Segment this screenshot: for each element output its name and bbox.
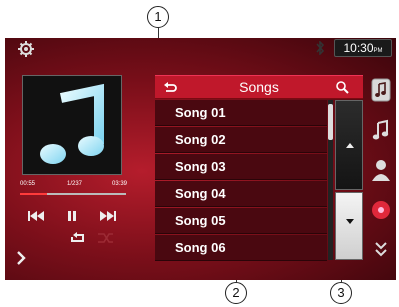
progress-fill	[20, 193, 47, 195]
callout-1: 1	[147, 6, 169, 28]
callout-3: 3	[330, 282, 352, 304]
more-icon[interactable]	[370, 237, 392, 263]
scroll-up-button[interactable]	[335, 100, 363, 190]
list-item[interactable]: Song 03	[155, 154, 327, 180]
track-time-row: 00:55 1/237 03:39	[20, 181, 130, 191]
elapsed-time: 00:55	[20, 181, 36, 187]
album-disc-icon[interactable]	[370, 197, 392, 223]
progress-bar[interactable]	[20, 193, 126, 195]
list-item[interactable]: Song 05	[155, 208, 327, 234]
music-note-icon[interactable]	[370, 117, 392, 143]
list-item[interactable]: Song 06	[155, 235, 327, 261]
shuffle-icon[interactable]	[95, 230, 117, 246]
music-note-icon	[40, 83, 104, 164]
chevron-right-icon[interactable]	[13, 250, 29, 266]
track-position: 1/237	[67, 181, 83, 187]
previous-track-icon[interactable]	[25, 208, 47, 224]
list-header: Songs	[155, 75, 363, 99]
artist-icon[interactable]	[370, 157, 392, 183]
search-icon[interactable]	[335, 80, 349, 94]
list-item[interactable]: Song 04	[155, 181, 327, 207]
next-track-icon[interactable]	[97, 208, 119, 224]
album-art	[22, 75, 122, 175]
clock-suffix: PM	[373, 48, 383, 54]
music-library-icon[interactable]	[370, 77, 392, 103]
repeat-icon[interactable]	[67, 230, 89, 246]
side-tabs	[367, 75, 396, 280]
scroll-thumb[interactable]	[328, 104, 333, 140]
song-list: Song 01 Song 02 Song 03 Song 04 Song 05 …	[155, 100, 327, 261]
track-duration: 03:39	[112, 181, 128, 187]
list-title: Songs	[239, 79, 279, 95]
scroll-down-button[interactable]	[335, 192, 363, 260]
pause-icon[interactable]	[61, 208, 83, 224]
list-item[interactable]: Song 01	[155, 100, 327, 126]
clock: 10:30PM	[334, 39, 392, 57]
status-bar: 10:30PM	[5, 38, 396, 60]
clock-time: 10:30	[343, 41, 374, 55]
music-player-screen: 10:30PM 00:55 1/237 03:39 Songs Song 01 …	[5, 38, 396, 280]
caret-down-icon	[346, 219, 354, 224]
callout-2: 2	[225, 282, 247, 304]
list-item[interactable]: Song 02	[155, 127, 327, 153]
list-scrollbar[interactable]	[328, 100, 333, 260]
gear-icon[interactable]	[17, 40, 35, 58]
caret-up-icon	[346, 143, 354, 148]
bluetooth-icon	[316, 41, 325, 55]
